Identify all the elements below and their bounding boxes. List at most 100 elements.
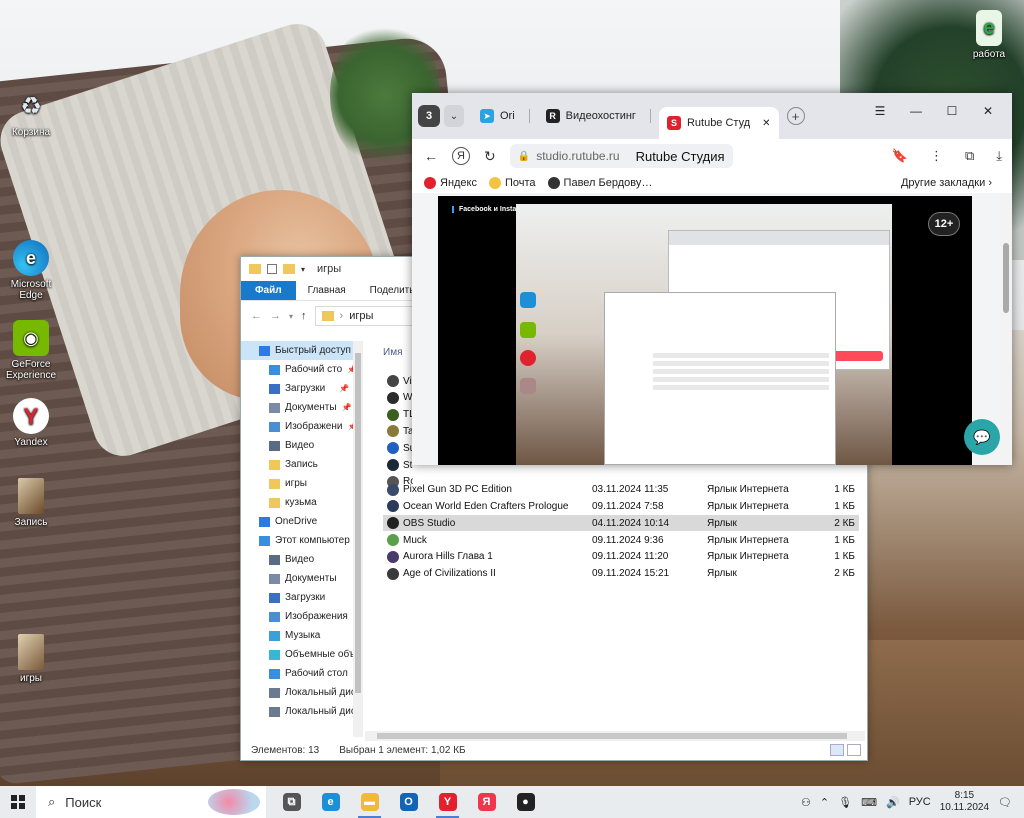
- browser-tab[interactable]: ➤ Ori: [472, 101, 538, 131]
- file-row[interactable]: Wa: [383, 390, 413, 406]
- notifications-icon[interactable]: 🗨: [998, 796, 1012, 809]
- scrollbar-thumb[interactable]: [355, 353, 361, 693]
- nav-item[interactable]: Изображения: [241, 607, 353, 626]
- scrollbar-thumb[interactable]: [1003, 243, 1009, 313]
- forward-arrow-icon[interactable]: →: [270, 310, 281, 322]
- file-row[interactable]: Pixel Gun 3D PC Edition 03.11.2024 11:35 Я…: [383, 482, 859, 498]
- video-player[interactable]: Facebook и Instagram запрещены в РФ: [438, 196, 972, 465]
- taskbar-search[interactable]: ⌕ Поиск: [36, 786, 266, 818]
- scrollbar-thumb[interactable]: [377, 733, 847, 739]
- ribbon-tab-file[interactable]: Файл: [241, 281, 296, 300]
- nav-item[interactable]: Документы: [241, 569, 353, 588]
- nav-item[interactable]: Музыка: [241, 626, 353, 645]
- details-view-icon[interactable]: [830, 744, 844, 756]
- page-scrollbar[interactable]: [1000, 193, 1012, 465]
- desktop-icon-rabota[interactable]: e работа: [958, 10, 1020, 60]
- ribbon-tab-home[interactable]: Главная: [296, 281, 358, 300]
- nav-item[interactable]: Загрузки: [241, 588, 353, 607]
- navigation-scrollbar[interactable]: [353, 341, 363, 737]
- microphone-icon[interactable]: 🎙: [838, 796, 852, 809]
- minimize-icon[interactable]: —: [898, 99, 934, 123]
- nav-item[interactable]: Этот компьютер: [241, 531, 353, 550]
- volume-icon[interactable]: 🔊: [886, 796, 900, 809]
- file-row[interactable]: OBS Studio 04.11.2024 10:14 Ярлык 2 КБ: [383, 515, 859, 532]
- more-icon[interactable]: ⋮: [930, 148, 943, 164]
- file-row[interactable]: Tan: [383, 423, 413, 439]
- network-icon[interactable]: ⌨: [861, 796, 877, 809]
- desktop-icon-recycle-bin[interactable]: ♻ Корзина: [0, 88, 62, 138]
- nav-item[interactable]: Изображени 📌: [241, 417, 353, 436]
- desktop-icon-yandex[interactable]: Y Yandex: [0, 398, 62, 448]
- bookmark-item[interactable]: Павел Бердову…: [547, 177, 652, 189]
- nav-item[interactable]: Видео: [241, 436, 353, 455]
- chevron-down-icon[interactable]: ▾: [301, 265, 305, 274]
- nav-item[interactable]: Видео: [241, 550, 353, 569]
- file-row[interactable]: Ste: [383, 457, 413, 473]
- collections-icon[interactable]: ⧉: [965, 148, 974, 164]
- language-indicator[interactable]: РУС: [909, 796, 931, 808]
- yandex-browser-window[interactable]: 3 ⌄ ➤ Ori R Видеохостинг S Rutube Студ ✕ + ☰ …: [412, 93, 1012, 465]
- menu-icon[interactable]: ☰: [862, 99, 898, 123]
- tab-group-counter[interactable]: 3: [418, 105, 440, 127]
- nav-item[interactable]: Рабочий сто 📌: [241, 360, 353, 379]
- bookmark-item[interactable]: Почта: [489, 177, 536, 189]
- file-date: 09.11.2024 15:21: [592, 568, 670, 580]
- nav-item[interactable]: Локальный дис: [241, 683, 353, 702]
- chevron-down-icon[interactable]: ⌄: [444, 105, 464, 127]
- browser-tab[interactable]: S Rutube Студ ✕: [658, 107, 779, 139]
- taskbar-app-button[interactable]: e: [311, 786, 350, 818]
- taskbar-app-button[interactable]: O: [389, 786, 428, 818]
- file-row[interactable]: TL: [383, 407, 413, 423]
- desktop-icon-geforce[interactable]: ◉ GeForce Experience: [0, 320, 62, 381]
- desktop-icon-igry[interactable]: игры: [0, 634, 62, 684]
- browser-tab[interactable]: R Видеохостинг: [538, 101, 659, 131]
- properties-icon[interactable]: [267, 264, 277, 274]
- nav-item[interactable]: Быстрый доступ: [241, 341, 353, 360]
- chevron-up-icon[interactable]: ⌃: [820, 796, 829, 809]
- nav-item[interactable]: Документы 📌: [241, 398, 353, 417]
- nav-item[interactable]: Загрузки 📌: [241, 379, 353, 398]
- nav-item[interactable]: игры: [241, 474, 353, 493]
- yandex-logo-icon[interactable]: Я: [452, 147, 470, 165]
- taskbar-app-button[interactable]: ▬: [350, 786, 389, 818]
- file-row[interactable]: Aurora Hills Глава 1 09.11.2024 11:20 Ярлы…: [383, 549, 859, 565]
- reload-icon[interactable]: ↻: [484, 148, 496, 165]
- back-arrow-icon[interactable]: ←: [251, 310, 262, 322]
- people-icon[interactable]: ⚇: [801, 796, 811, 809]
- file-row[interactable]: Age of Civilizations II 09.11.2024 15:21 Я…: [383, 566, 859, 582]
- nav-item[interactable]: Объемные объ: [241, 645, 353, 664]
- bookmark-icon[interactable]: 🔖: [892, 148, 908, 164]
- recent-locations-icon[interactable]: ▾: [289, 312, 293, 321]
- close-icon[interactable]: ✕: [970, 99, 1006, 123]
- shortcut-icon: [520, 378, 536, 394]
- other-bookmarks[interactable]: Другие закладки ›: [901, 177, 992, 189]
- nav-item[interactable]: Локальный дис: [241, 702, 353, 721]
- new-tab-button[interactable]: +: [786, 107, 805, 125]
- file-row[interactable]: Sup: [383, 440, 413, 456]
- support-chat-button[interactable]: 💬: [964, 419, 1000, 455]
- back-arrow-icon[interactable]: ←: [424, 148, 438, 164]
- bookmark-item[interactable]: Яндекс: [424, 177, 477, 189]
- file-row[interactable]: Ocean World Eden Crafters Prologue 09.11.…: [383, 498, 859, 514]
- new-folder-icon[interactable]: [283, 264, 295, 274]
- close-tab-icon[interactable]: ✕: [762, 118, 770, 129]
- taskbar-app-button[interactable]: Y: [428, 786, 467, 818]
- maximize-icon[interactable]: ☐: [934, 99, 970, 123]
- desktop-icon-zapis[interactable]: Запись: [0, 478, 62, 528]
- nav-item[interactable]: Рабочий стол: [241, 664, 353, 683]
- taskbar-app-button[interactable]: ⧉: [272, 786, 311, 818]
- taskbar-app-button[interactable]: Я: [467, 786, 506, 818]
- file-row[interactable]: Vid: [383, 373, 413, 389]
- taskbar-app-button[interactable]: ●: [506, 786, 545, 818]
- tiles-view-icon[interactable]: [847, 744, 861, 756]
- clock[interactable]: 8:15 10.11.2024: [940, 790, 989, 814]
- address-bar[interactable]: 🔒 studio.rutube.ru Rutube Студия: [509, 144, 733, 168]
- file-row[interactable]: Muck 09.11.2024 9:36 Ярлык Интернета 1 КБ: [383, 532, 859, 548]
- nav-item[interactable]: Запись: [241, 455, 353, 474]
- start-button[interactable]: [0, 786, 36, 818]
- nav-item[interactable]: кузьма: [241, 493, 353, 512]
- download-icon[interactable]: ⤓: [996, 148, 1002, 164]
- up-arrow-icon[interactable]: ↑: [301, 310, 307, 322]
- nav-item[interactable]: OneDrive: [241, 512, 353, 531]
- desktop-icon-edge[interactable]: e Microsoft Edge: [0, 240, 62, 301]
